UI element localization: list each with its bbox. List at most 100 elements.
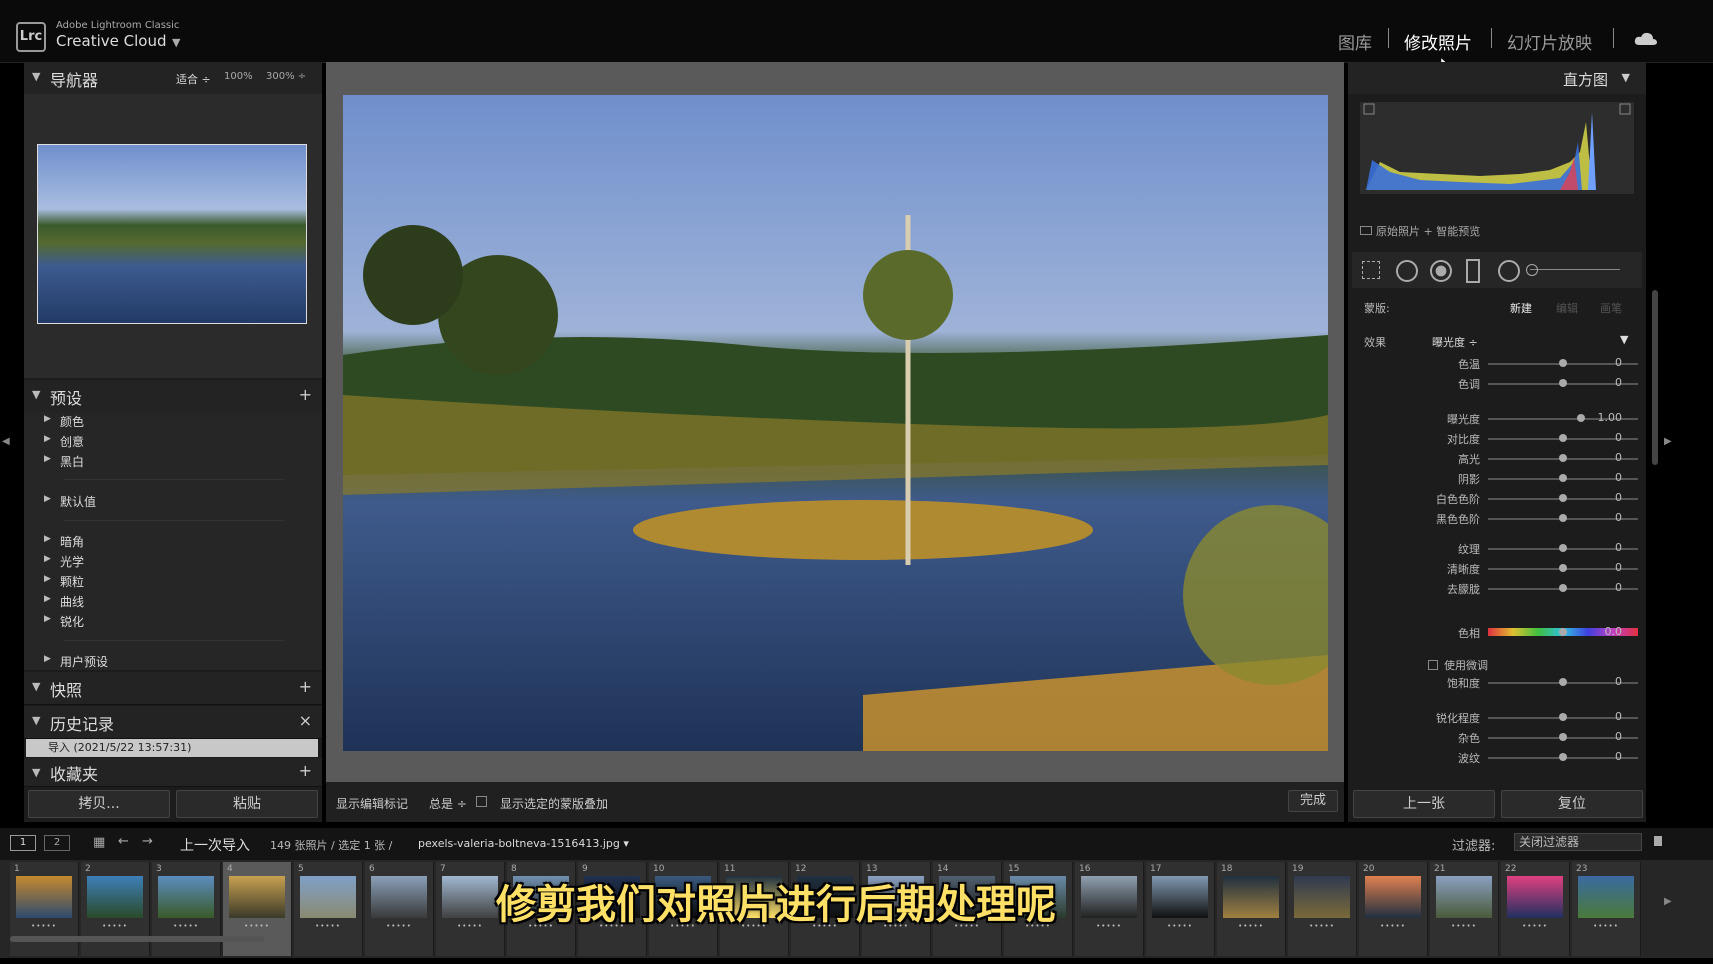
graduated-filter-icon[interactable]: [1466, 259, 1480, 283]
identity-chevron-down-icon[interactable]: ▼: [172, 36, 180, 49]
filmstrip-scroll-right-icon[interactable]: ▶: [1664, 896, 1672, 907]
left-panel-toggle-icon[interactable]: ◀: [2, 436, 10, 447]
slider-value[interactable]: 0: [1615, 471, 1622, 484]
preset-group[interactable]: ▶ 锐化: [24, 611, 322, 631]
slider-row[interactable]: 高光 0: [1348, 448, 1646, 468]
effect-chevron-icon[interactable]: ▼: [1620, 333, 1628, 346]
slider-value[interactable]: 0: [1615, 431, 1622, 444]
filmstrip-thumbnail[interactable]: 17 •••••: [1146, 862, 1215, 956]
slider-thumb[interactable]: [1559, 494, 1567, 502]
fine-adjust-checkbox[interactable]: [1428, 660, 1438, 670]
cloud-icon[interactable]: [1634, 30, 1658, 48]
preset-group[interactable]: ▶ 默认值: [24, 491, 322, 511]
overlay-checkbox[interactable]: [476, 796, 487, 807]
slider-thumb[interactable]: [1559, 514, 1567, 522]
slider-value[interactable]: 0: [1615, 730, 1622, 743]
preset-group[interactable]: ▶ 创意: [24, 431, 322, 451]
filmstrip-thumbnail[interactable]: 21 •••••: [1430, 862, 1499, 956]
main-photo[interactable]: [343, 95, 1328, 751]
main-window-button[interactable]: 1: [10, 835, 36, 851]
preset-group[interactable]: ▶ 曲线: [24, 591, 322, 611]
second-window-button[interactable]: 2: [44, 835, 70, 851]
collapse-triangle-icon[interactable]: ▼: [32, 680, 40, 693]
filmstrip-thumbnail[interactable]: 5 •••••: [294, 862, 363, 956]
slider-row[interactable]: 色调 0: [1348, 373, 1646, 393]
slider-row[interactable]: 白色色阶 0: [1348, 488, 1646, 508]
panel-scrollbar[interactable]: [1652, 290, 1658, 465]
add-collection-button[interactable]: +: [299, 761, 312, 780]
mask-brush-button[interactable]: 画笔: [1600, 300, 1622, 316]
history-entry[interactable]: 导入 (2021/5/22 13:57:31): [26, 739, 318, 757]
preset-group[interactable]: ▶ 光学: [24, 551, 322, 571]
module-slideshow[interactable]: 幻灯片放映: [1507, 29, 1592, 54]
filmstrip-thumbnail[interactable]: 23 •••••: [1572, 862, 1641, 956]
slider-thumb[interactable]: [1577, 414, 1585, 422]
filename[interactable]: pexels-valeria-boltneva-1516413.jpg ▾: [418, 837, 629, 850]
collections-header[interactable]: ▼ 收藏夹 +: [24, 758, 322, 787]
histogram-header[interactable]: 直方图 ▼: [1348, 62, 1646, 94]
histogram-chevron-icon[interactable]: ▼: [1622, 71, 1630, 84]
add-preset-button[interactable]: +: [299, 385, 312, 404]
slider-row[interactable]: 色相 0.0: [1348, 622, 1646, 642]
slider-thumb[interactable]: [1559, 584, 1567, 592]
paste-button[interactable]: 粘贴: [176, 790, 318, 818]
slider-row[interactable]: 饱和度 0: [1348, 672, 1646, 692]
slider-row[interactable]: 波纹 0: [1348, 747, 1646, 767]
zoom-300[interactable]: 300% ÷: [266, 71, 306, 82]
collapse-triangle-icon[interactable]: ▼: [32, 766, 40, 779]
slider-value[interactable]: 1.00: [1598, 411, 1623, 424]
slider-row[interactable]: 纹理 0: [1348, 538, 1646, 558]
filter-select[interactable]: 关闭过滤器: [1514, 833, 1642, 851]
spot-removal-icon[interactable]: [1396, 260, 1418, 282]
effect-select[interactable]: 曝光度 ÷: [1432, 334, 1478, 350]
slider-value[interactable]: 0: [1615, 541, 1622, 554]
preset-group[interactable]: ▶ 黑白: [24, 451, 322, 471]
preset-group[interactable]: ▶ 颗粒: [24, 571, 322, 591]
slider-row[interactable]: 阴影 0: [1348, 468, 1646, 488]
slider-value[interactable]: 0: [1615, 491, 1622, 504]
back-arrow-icon[interactable]: ←: [118, 834, 129, 849]
previous-button[interactable]: 上一张: [1353, 790, 1495, 818]
slider-thumb[interactable]: [1559, 359, 1567, 367]
reset-button[interactable]: 复位: [1501, 790, 1643, 818]
filmstrip-thumbnail[interactable]: 20 •••••: [1359, 862, 1428, 956]
filmstrip-thumbnail[interactable]: 6 •••••: [365, 862, 434, 956]
preset-group[interactable]: ▶ 颜色: [24, 411, 322, 431]
slider-thumb[interactable]: [1559, 713, 1567, 721]
snapshots-header[interactable]: ▼ 快照 +: [24, 672, 322, 705]
slider-row[interactable]: 锐化程度 0: [1348, 707, 1646, 727]
slider-thumb[interactable]: [1559, 474, 1567, 482]
slider-value[interactable]: 0: [1615, 511, 1622, 524]
slider-thumb[interactable]: [1559, 628, 1567, 636]
preset-group[interactable]: ▶ 暗角: [24, 531, 322, 551]
slider-thumb[interactable]: [1559, 564, 1567, 572]
collapse-triangle-icon[interactable]: ▼: [32, 714, 40, 727]
preset-group[interactable]: ▶ 用户预设: [24, 651, 322, 671]
filmstrip-thumbnail[interactable]: 22 •••••: [1501, 862, 1570, 956]
presets-header[interactable]: ▼ 预设 +: [24, 380, 322, 413]
right-panel-toggle-icon[interactable]: ▶: [1664, 436, 1672, 447]
slider-thumb[interactable]: [1559, 379, 1567, 387]
filmstrip-thumbnail[interactable]: 18 •••••: [1217, 862, 1286, 956]
navigator-thumbnail[interactable]: [37, 144, 307, 324]
slider-value[interactable]: 0: [1615, 581, 1622, 594]
clear-history-button[interactable]: ×: [299, 711, 312, 730]
mask-new-button[interactable]: 新建: [1510, 300, 1532, 316]
lock-icon[interactable]: [1654, 836, 1662, 846]
slider-value[interactable]: 0: [1615, 451, 1622, 464]
slider-row[interactable]: 黑色色阶 0: [1348, 508, 1646, 528]
module-library[interactable]: 图库: [1338, 29, 1372, 54]
slider-value[interactable]: 0: [1615, 710, 1622, 723]
slider-row[interactable]: 色温 0: [1348, 353, 1646, 373]
grid-view-icon[interactable]: ▦: [93, 835, 105, 850]
slider-value[interactable]: 0: [1615, 561, 1622, 574]
radial-filter-icon[interactable]: [1498, 260, 1520, 282]
slider-row[interactable]: 杂色 0: [1348, 727, 1646, 747]
slider-row[interactable]: 去朦胧 0: [1348, 578, 1646, 598]
slider-row[interactable]: 对比度 0: [1348, 428, 1646, 448]
collapse-triangle-icon[interactable]: ▼: [32, 70, 40, 83]
zoom-100[interactable]: 100%: [224, 71, 253, 82]
filmstrip-scrollbar[interactable]: [10, 936, 265, 942]
source-label[interactable]: 上一次导入: [180, 835, 250, 855]
adjustment-brush-icon[interactable]: [1526, 264, 1538, 276]
